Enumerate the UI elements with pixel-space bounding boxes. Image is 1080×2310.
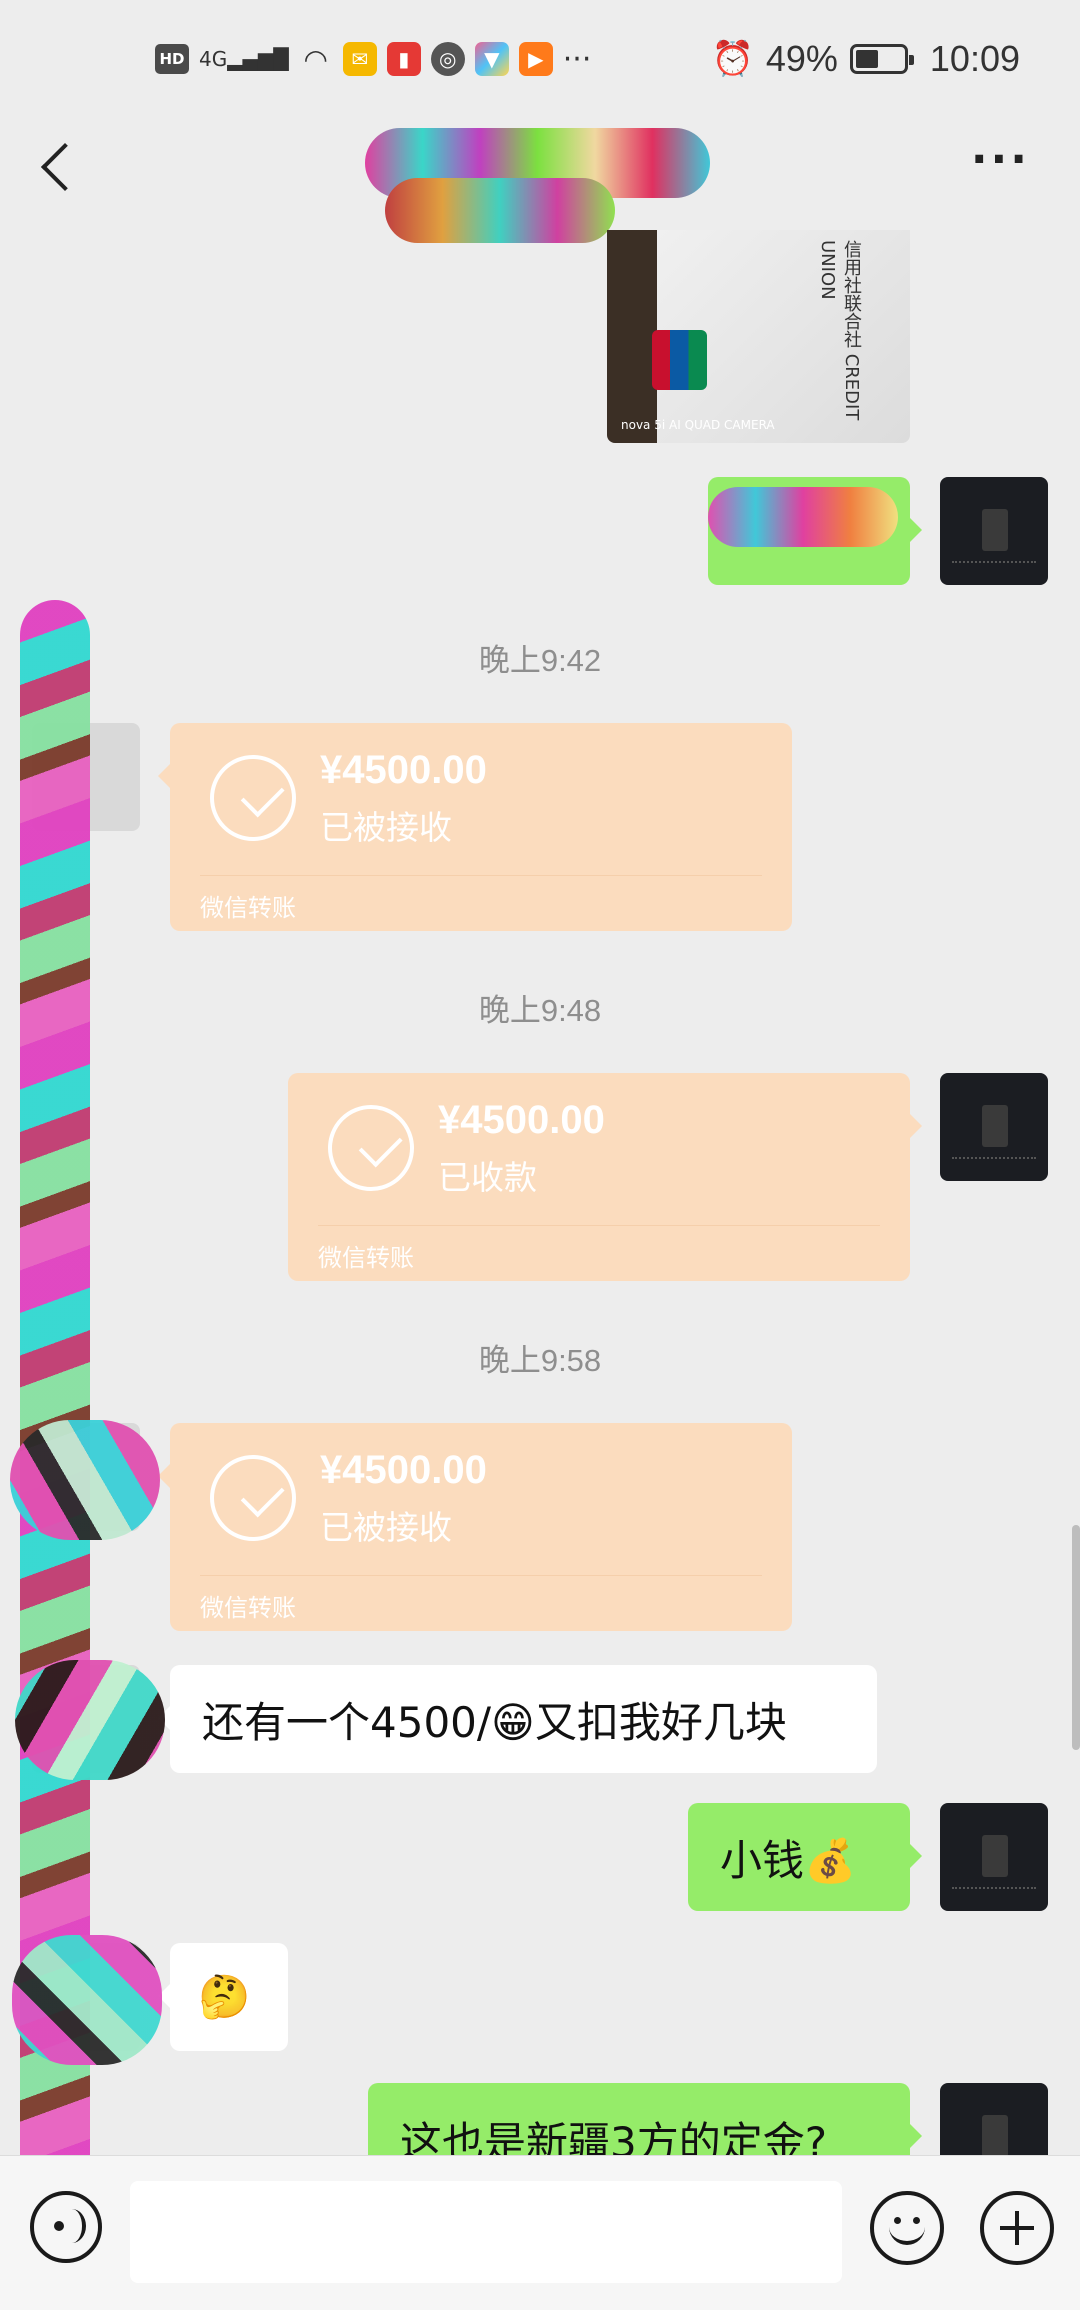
emoji-button[interactable] xyxy=(870,2191,944,2265)
divider xyxy=(318,1225,880,1226)
scrollbar[interactable] xyxy=(1072,1525,1080,1750)
redaction-overlay xyxy=(15,1660,165,1780)
transfer-message[interactable]: ¥4500.00 已被接收 微信转账 xyxy=(158,723,792,931)
text-message[interactable]: 这也是新疆3方的定金? xyxy=(368,2083,922,2155)
app-icon: ▼ xyxy=(474,42,509,76)
timestamp: 晚上9:58 xyxy=(478,1343,602,1378)
status-bar-right: ⏰ 49% 10:09 xyxy=(712,38,1021,80)
battery-icon xyxy=(849,44,914,74)
photo-background xyxy=(607,230,657,443)
status-bar-left: HD 4G ▂▄▆█ ◠ ✉ ▮ ◎ ▼ ▶ ··· xyxy=(155,41,592,77)
check-icon xyxy=(210,755,296,841)
more-status-icon: ··· xyxy=(562,41,592,77)
transfer-message[interactable]: ¥4500.00 已收款 微信转账 xyxy=(288,1073,922,1281)
text-message[interactable]: 小钱💰 xyxy=(688,1803,922,1911)
transfer-amount: ¥4500.00 xyxy=(320,1448,487,1492)
signal-icon: 4G ▂▄▆█ xyxy=(199,47,289,71)
my-avatar[interactable] xyxy=(940,477,1048,585)
transfer-amount: ¥4500.00 xyxy=(320,748,487,792)
wifi-icon: ◠ xyxy=(303,42,328,76)
avatar-text xyxy=(952,561,1036,565)
clock: 10:09 xyxy=(929,38,1020,79)
video-icon: ▶ xyxy=(518,42,553,76)
message-list[interactable]: 信用社联合社 CREDIT UNION nova 5i AI QUAD CAME… xyxy=(0,230,1080,2155)
browser-icon: ◎ xyxy=(430,42,465,76)
text-message[interactable]: 还有一个4500/😁又扣我好几块 xyxy=(158,1665,877,1773)
back-button[interactable] xyxy=(30,130,90,200)
avatar-mark xyxy=(982,2115,1008,2155)
redaction-overlay xyxy=(20,600,90,2155)
divider xyxy=(200,1575,762,1576)
redaction-overlay xyxy=(12,1935,162,2065)
more-functions-button[interactable] xyxy=(980,2191,1054,2265)
emoji-message[interactable]: 🤔 xyxy=(158,1943,288,2051)
photo-caption: nova 5i AI QUAD CAMERA xyxy=(621,418,775,432)
avatar-text xyxy=(952,1887,1036,1891)
avatar-text xyxy=(952,1157,1036,1161)
check-icon xyxy=(328,1105,414,1191)
transfer-amount: ¥4500.00 xyxy=(438,1098,605,1142)
timestamp: 晚上9:42 xyxy=(478,643,602,678)
transfer-brand: 微信转账 xyxy=(318,1244,414,1272)
divider xyxy=(200,875,762,876)
mail-icon: ✉ xyxy=(342,42,377,76)
avatar-mark xyxy=(982,509,1008,551)
transfer-message[interactable]: ¥4500.00 已被接收 微信转账 xyxy=(158,1423,792,1631)
timestamp: 晚上9:48 xyxy=(478,993,602,1028)
battery-percent: 49% xyxy=(765,38,838,79)
chat-header: ··· xyxy=(0,100,1080,243)
image-message[interactable]: 信用社联合社 CREDIT UNION nova 5i AI QUAD CAME… xyxy=(607,230,910,443)
transfer-status: 已被接收 xyxy=(320,1508,452,1547)
transfer-brand: 微信转账 xyxy=(200,894,296,922)
my-avatar[interactable] xyxy=(940,1803,1048,1911)
card-text: 信用社联合社 CREDIT UNION xyxy=(817,240,862,421)
alarm-icon: ⏰ xyxy=(711,40,754,78)
network-label: 4G xyxy=(199,47,228,71)
emoji-eye xyxy=(913,2217,920,2224)
redacted-message[interactable] xyxy=(708,477,922,585)
hd-icon: HD xyxy=(155,44,189,74)
voice-input-button[interactable] xyxy=(30,2191,102,2263)
book-icon: ▮ xyxy=(386,42,421,76)
transfer-brand: 微信转账 xyxy=(200,1594,296,1622)
unionpay-logo xyxy=(652,330,707,390)
input-bar xyxy=(0,2155,1080,2310)
more-options-button[interactable]: ··· xyxy=(971,138,1030,182)
my-avatar[interactable] xyxy=(940,1073,1048,1181)
emoji-mouth xyxy=(889,2225,925,2245)
avatar-mark xyxy=(982,1105,1008,1147)
my-avatar[interactable] xyxy=(940,2083,1048,2155)
check-icon xyxy=(210,1455,296,1541)
transfer-status: 已收款 xyxy=(438,1158,537,1197)
redaction-overlay xyxy=(10,1420,160,1540)
message-input[interactable] xyxy=(130,2181,842,2283)
transfer-status: 已被接收 xyxy=(320,808,452,847)
avatar-mark xyxy=(982,1835,1008,1877)
chat-title-redacted xyxy=(365,118,710,243)
emoji-eye xyxy=(894,2217,901,2224)
